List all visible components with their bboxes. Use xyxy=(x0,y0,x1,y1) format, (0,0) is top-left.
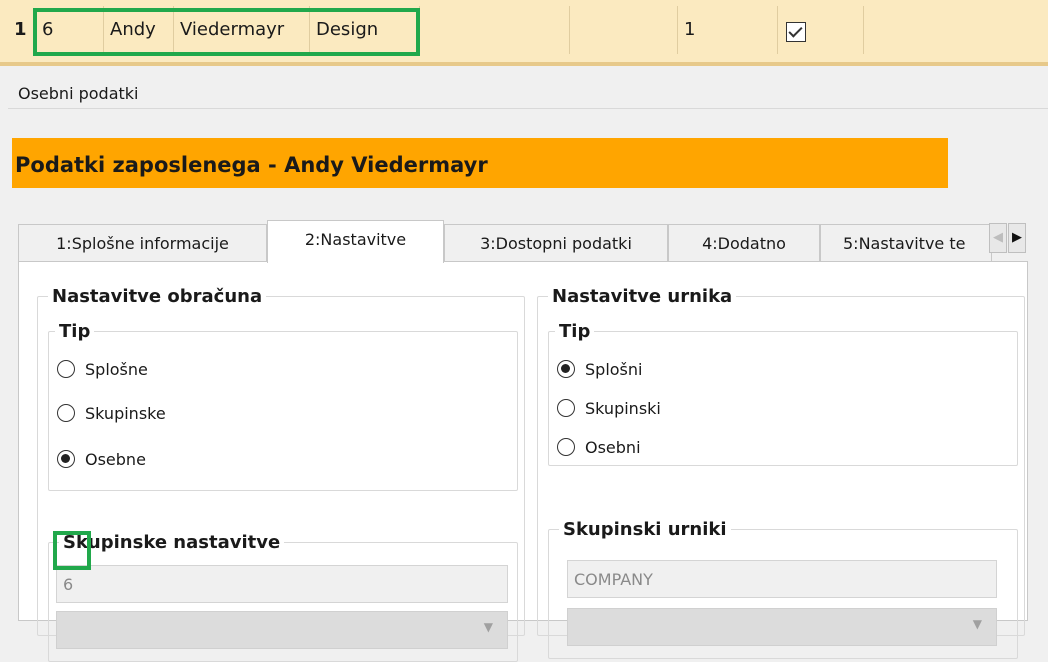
row-checkbox[interactable] xyxy=(786,22,806,42)
billing-settings-group: Nastavitve obračuna Tip Splošne Skupinsk… xyxy=(37,286,525,662)
section-label: Osebni podatki xyxy=(18,84,139,103)
tab-access-data[interactable]: 3:Dostopni podatki xyxy=(444,224,668,262)
radio-circle-icon[interactable] xyxy=(557,399,575,417)
group-schedules-title: Skupinski urniki xyxy=(559,519,731,541)
tab-additional[interactable]: 4:Dodatno xyxy=(668,224,820,262)
cell-empty-2[interactable] xyxy=(570,6,678,54)
billing-type-group: Tip Splošne Skupinske Osebne xyxy=(48,321,518,491)
cell-count[interactable]: 1 xyxy=(678,6,778,54)
radio-label: Skupinske xyxy=(85,404,166,423)
group-settings-dropdown[interactable]: ▼ xyxy=(56,611,508,649)
radio-circle-icon[interactable] xyxy=(57,404,75,422)
row-divider xyxy=(0,62,1048,66)
group-schedules-dropdown[interactable]: ▼ xyxy=(567,608,997,646)
radio-selected-icon[interactable] xyxy=(57,450,75,468)
group-schedules-group: Skupinski urniki COMPANY ▼ xyxy=(548,519,1018,659)
tab-settings-more[interactable]: 5:Nastavitve te xyxy=(820,224,992,262)
employee-banner: Podatki zaposlenega - Andy Viedermayr xyxy=(12,138,948,188)
radio-label: Osebni xyxy=(585,438,641,457)
group-settings-field[interactable]: 6 xyxy=(56,565,508,603)
schedule-type-title: Tip xyxy=(555,321,595,343)
group-settings-title: Skupinske nastavitve xyxy=(59,532,285,554)
highlight-box-row xyxy=(33,8,420,56)
billing-type-title: Tip xyxy=(55,321,95,343)
schedule-settings-group: Nastavitve urnika Tip Splošni Skupinski … xyxy=(537,286,1025,659)
chevron-left-icon[interactable]: ◀ xyxy=(989,223,1007,253)
radio-label: Skupinski xyxy=(585,399,661,418)
billing-settings-title: Nastavitve obračuna xyxy=(48,286,267,308)
radio-label: Splošni xyxy=(585,360,643,379)
radio-label: Splošne xyxy=(85,360,148,379)
tab-scroll-arrows: ◀ ▶ xyxy=(989,223,1027,253)
group-settings-group: Skupinske nastavitve 6 ▼ xyxy=(48,532,518,662)
radio-circle-icon[interactable] xyxy=(57,360,75,378)
cell-empty[interactable] xyxy=(420,6,570,54)
radio-circle-icon[interactable] xyxy=(557,438,575,456)
section-divider xyxy=(8,108,1048,109)
schedule-settings-title: Nastavitve urnika xyxy=(548,286,737,308)
radio-selected-icon[interactable] xyxy=(557,360,575,378)
tab-settings[interactable]: 2:Nastavitve xyxy=(267,220,444,263)
chevron-down-icon: ▼ xyxy=(483,620,493,634)
settings-panel: Nastavitve obračuna Tip Splošne Skupinsk… xyxy=(18,261,1028,662)
highlight-box-field xyxy=(53,531,91,570)
tab-general-info[interactable]: 1:Splošne informacije xyxy=(18,224,267,262)
chevron-down-icon: ▼ xyxy=(972,617,982,631)
chevron-right-icon[interactable]: ▶ xyxy=(1008,223,1026,253)
schedule-type-group: Tip Splošni Skupinski Osebni xyxy=(548,321,1018,466)
radio-label: Osebne xyxy=(85,450,146,469)
tab-bar: 1:Splošne informacije 2:Nastavitve 3:Dos… xyxy=(18,220,1018,263)
group-schedules-field[interactable]: COMPANY xyxy=(567,560,997,598)
row-number: 1 xyxy=(14,19,27,40)
